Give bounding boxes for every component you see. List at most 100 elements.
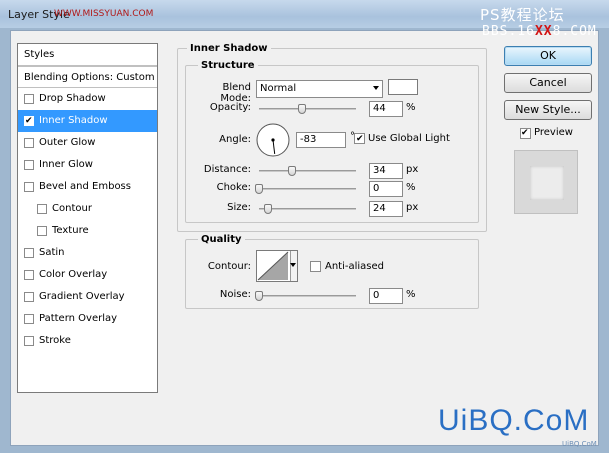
style-item-bevel-and-emboss[interactable]: Bevel and Emboss bbox=[18, 176, 157, 198]
style-item-outer-glow[interactable]: Outer Glow bbox=[18, 132, 157, 154]
inner-shadow-title: Inner Shadow bbox=[187, 43, 271, 54]
style-item-color-overlay[interactable]: Color Overlay bbox=[18, 264, 157, 286]
opacity-slider-thumb[interactable] bbox=[297, 104, 306, 114]
check-icon: ✔ bbox=[356, 134, 364, 144]
angle-dial[interactable] bbox=[255, 122, 291, 158]
styles-header[interactable]: Styles bbox=[18, 44, 157, 66]
style-item-pattern-overlay[interactable]: Pattern Overlay bbox=[18, 308, 157, 330]
contour-label: Contour: bbox=[207, 261, 251, 272]
chevron-down-icon bbox=[290, 263, 296, 267]
choke-unit: % bbox=[406, 182, 416, 193]
choke-slider-thumb[interactable] bbox=[255, 184, 263, 194]
style-item-texture[interactable]: Texture bbox=[18, 220, 157, 242]
style-item-label: Texture bbox=[52, 225, 89, 236]
noise-label: Noise: bbox=[219, 289, 251, 300]
style-item-checkbox[interactable] bbox=[24, 182, 34, 192]
angle-label: Angle: bbox=[219, 134, 251, 145]
style-item-label: Outer Glow bbox=[39, 137, 96, 148]
style-item-checkbox[interactable] bbox=[24, 292, 34, 302]
anti-aliased-label: Anti-aliased bbox=[325, 261, 385, 272]
shadow-color-swatch[interactable] bbox=[388, 79, 418, 95]
noise-slider-track[interactable] bbox=[259, 295, 356, 297]
choke-slider-track[interactable] bbox=[259, 188, 356, 190]
preview-label: Preview bbox=[534, 127, 573, 138]
watermark-line-2: BBS.16XX8.COM bbox=[482, 24, 597, 39]
structure-title: Structure bbox=[198, 60, 258, 71]
styles-list: Styles Blending Options: Custom Drop Sha… bbox=[17, 43, 158, 393]
watermark-prefix: BBS.16 bbox=[482, 24, 535, 39]
style-item-gradient-overlay[interactable]: Gradient Overlay bbox=[18, 286, 157, 308]
quality-title: Quality bbox=[198, 234, 245, 245]
style-item-stroke[interactable]: Stroke bbox=[18, 330, 157, 352]
style-item-satin[interactable]: Satin bbox=[18, 242, 157, 264]
size-unit: px bbox=[406, 202, 419, 213]
style-item-label: Inner Glow bbox=[39, 159, 93, 170]
style-item-checkbox[interactable] bbox=[24, 336, 34, 346]
style-item-checkbox[interactable] bbox=[37, 226, 47, 236]
watermark-highlight: XX bbox=[534, 24, 553, 39]
style-item-label: Bevel and Emboss bbox=[39, 181, 131, 192]
use-global-light-checkbox[interactable]: ✔ bbox=[354, 133, 365, 144]
preview-checkbox[interactable]: ✔ bbox=[520, 128, 531, 139]
style-item-checkbox[interactable] bbox=[24, 138, 34, 148]
style-item-checkbox[interactable] bbox=[24, 94, 34, 104]
check-icon: ✔ bbox=[521, 128, 529, 138]
styles-header-label: Styles bbox=[24, 49, 55, 60]
style-item-label: Gradient Overlay bbox=[39, 291, 125, 302]
use-global-light-label: Use Global Light bbox=[368, 133, 450, 144]
watermark-suffix: 8.COM bbox=[552, 24, 597, 39]
distance-slider-track[interactable] bbox=[259, 170, 356, 172]
blend-mode-select[interactable]: Normal bbox=[256, 80, 383, 98]
style-item-checkbox[interactable] bbox=[24, 248, 34, 258]
style-item-label: Stroke bbox=[39, 335, 71, 346]
check-icon: ✔ bbox=[25, 116, 33, 126]
blending-options-item[interactable]: Blending Options: Custom bbox=[18, 66, 157, 88]
style-item-label: Color Overlay bbox=[39, 269, 108, 280]
style-item-label: Contour bbox=[52, 203, 92, 214]
distance-unit: px bbox=[406, 164, 419, 175]
noise-slider-thumb[interactable] bbox=[255, 291, 263, 301]
style-item-checkbox[interactable] bbox=[24, 314, 34, 324]
style-item-checkbox[interactable]: ✔ bbox=[24, 116, 34, 126]
size-label: Size: bbox=[227, 202, 251, 213]
style-item-drop-shadow[interactable]: Drop Shadow bbox=[18, 88, 157, 110]
opacity-unit: % bbox=[406, 102, 416, 113]
style-item-inner-shadow[interactable]: ✔ Inner Shadow bbox=[18, 110, 157, 132]
noise-input[interactable]: 0 bbox=[369, 288, 403, 304]
style-item-checkbox[interactable] bbox=[37, 204, 47, 214]
style-item-checkbox[interactable] bbox=[24, 160, 34, 170]
style-item-label: Inner Shadow bbox=[39, 115, 108, 126]
choke-label: Choke: bbox=[216, 182, 251, 193]
blend-mode-label: Blend Mode: bbox=[220, 82, 251, 104]
distance-slider-thumb[interactable] bbox=[287, 166, 296, 176]
noise-unit: % bbox=[406, 289, 416, 300]
layer-style-dialog: Styles Blending Options: Custom Drop Sha… bbox=[10, 30, 599, 446]
distance-input[interactable]: 34 bbox=[369, 163, 403, 179]
ok-button[interactable]: OK bbox=[504, 46, 592, 66]
size-slider-track[interactable] bbox=[259, 208, 356, 210]
contour-picker[interactable] bbox=[256, 250, 298, 282]
style-item-label: Drop Shadow bbox=[39, 93, 106, 104]
distance-label: Distance: bbox=[203, 164, 251, 175]
uibq-logo: UiBQ.CoM bbox=[438, 404, 590, 437]
blending-options-label: Blending Options: Custom bbox=[24, 72, 155, 83]
cancel-button[interactable]: Cancel bbox=[504, 73, 592, 93]
preview-swatch bbox=[530, 166, 564, 200]
style-item-checkbox[interactable] bbox=[24, 270, 34, 280]
chevron-down-icon bbox=[373, 86, 379, 90]
size-slider-thumb[interactable] bbox=[264, 204, 273, 214]
anti-aliased-checkbox[interactable] bbox=[310, 261, 321, 272]
opacity-input[interactable]: 44 bbox=[369, 101, 403, 117]
contour-linear-icon bbox=[257, 251, 289, 281]
new-style-button[interactable]: New Style... bbox=[504, 100, 592, 120]
size-input[interactable]: 24 bbox=[369, 201, 403, 217]
contour-dropdown-toggle[interactable] bbox=[290, 251, 297, 281]
style-item-contour[interactable]: Contour bbox=[18, 198, 157, 220]
style-item-label: Pattern Overlay bbox=[39, 313, 118, 324]
choke-input[interactable]: 0 bbox=[369, 181, 403, 197]
opacity-slider-track[interactable] bbox=[259, 108, 356, 110]
style-item-inner-glow[interactable]: Inner Glow bbox=[18, 154, 157, 176]
angle-input[interactable]: -83 bbox=[296, 132, 346, 148]
style-item-label: Satin bbox=[39, 247, 65, 258]
blend-mode-value: Normal bbox=[260, 83, 297, 94]
